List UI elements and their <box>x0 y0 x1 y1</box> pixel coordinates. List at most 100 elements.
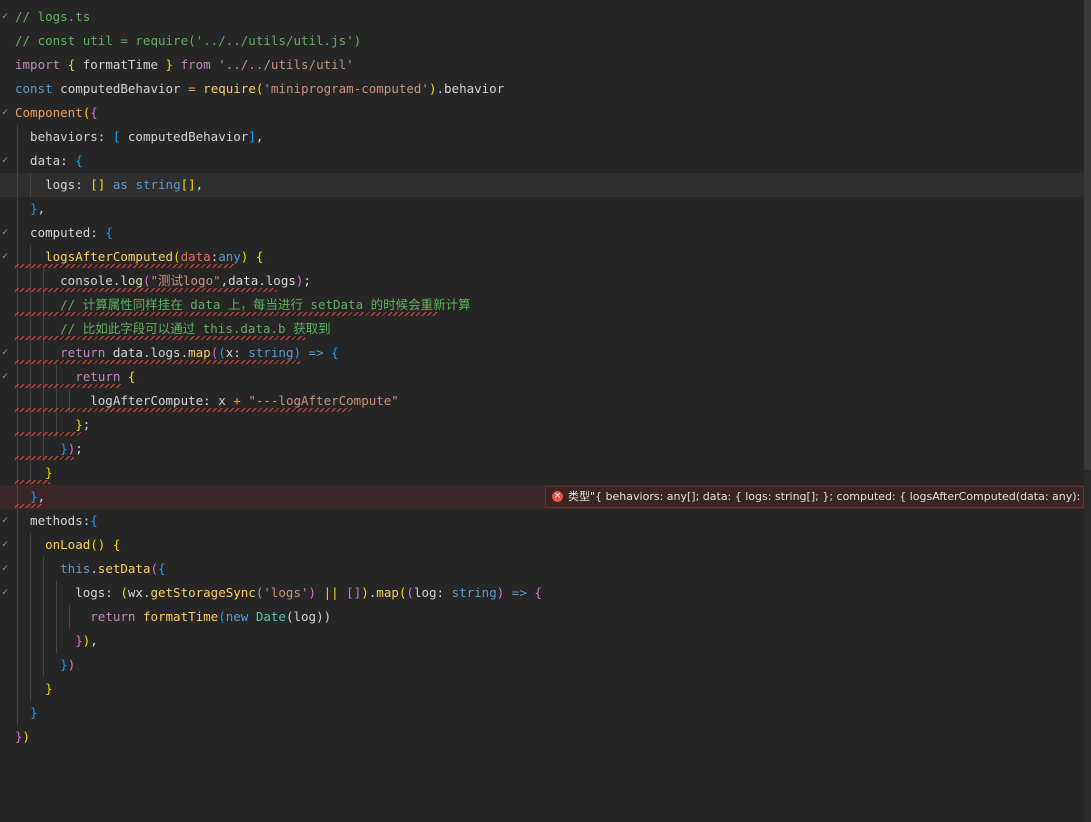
fold-check-icon[interactable]: ✓ <box>0 101 10 125</box>
scrollbar-thumb[interactable] <box>1084 0 1091 470</box>
code-token: ) <box>293 345 302 360</box>
code-token: , <box>37 201 46 216</box>
code-line[interactable]: }); <box>0 437 1084 461</box>
code-token: ( <box>406 585 414 600</box>
code-line[interactable]: ✓ logsAfterComputed(data:any) { <box>0 245 1084 269</box>
code-line[interactable]: const computedBehavior = require('minipr… <box>0 77 1084 101</box>
code-token: logs: <box>15 585 121 600</box>
code-line[interactable]: ✓ return { <box>0 365 1084 389</box>
code-line[interactable]: ✓ data: { <box>0 149 1084 173</box>
code-token: // 比如此字段可以通过 this.data.b 获取到 <box>60 321 331 336</box>
code-line[interactable]: }), <box>0 629 1084 653</box>
code-token: } <box>75 633 83 648</box>
code-line[interactable]: ✓ logs: (wx.getStorageSync('logs') || []… <box>0 581 1084 605</box>
code-line[interactable]: } <box>0 461 1084 485</box>
code-token: wx. <box>127 585 151 600</box>
code-token: data <box>180 249 211 264</box>
code-line[interactable]: } <box>0 677 1084 701</box>
code-token: (log)) <box>285 609 332 624</box>
code-token: x: <box>225 345 249 360</box>
code-line[interactable]: }) <box>0 725 1084 749</box>
code-token: data.logs. <box>105 345 189 360</box>
code-line[interactable]: console.log("测试logo",data.logs); <box>0 269 1084 293</box>
fold-check-icon[interactable]: ✓ <box>0 533 10 557</box>
code-token: log: <box>413 585 452 600</box>
code-editor[interactable]: ✓ // logs.ts // const util = require('../.… <box>0 0 1091 822</box>
code-line[interactable]: // 比如此字段可以通过 this.data.b 获取到 <box>0 317 1084 341</box>
code-token: { <box>105 225 113 240</box>
code-line[interactable]: logs: [] as string[], <box>0 173 1084 197</box>
code-line[interactable]: behaviors: [ computedBehavior], <box>0 125 1084 149</box>
code-token: , <box>37 489 46 504</box>
code-line[interactable]: ✓ computed: { <box>0 221 1084 245</box>
fold-check-icon[interactable]: ✓ <box>0 245 10 269</box>
code-token: ) <box>361 585 369 600</box>
code-line[interactable]: ✓ methods:{ <box>0 509 1084 533</box>
code-line[interactable]: } <box>0 701 1084 725</box>
code-token: = <box>188 81 196 96</box>
code-token: map <box>376 585 399 600</box>
code-token: () <box>90 537 106 552</box>
code-line[interactable]: import { formatTime } from '../../utils/… <box>0 53 1084 77</box>
code-text: methods:{ <box>15 509 98 533</box>
code-line[interactable]: return formatTime(new Date(log)) <box>0 605 1084 629</box>
code-text: }), <box>15 629 98 653</box>
code-line[interactable]: // 计算属性同样挂在 data 上，每当进行 setData 的时候会重新计算 <box>0 293 1084 317</box>
code-token: computed: <box>15 225 106 240</box>
code-token: ( <box>173 249 181 264</box>
code-token: logsAfterComputed <box>45 249 174 264</box>
fold-check-icon[interactable]: ✓ <box>0 341 10 365</box>
code-token: { <box>75 153 83 168</box>
code-token: ) <box>67 657 76 672</box>
code-token: console. <box>15 273 121 288</box>
code-line[interactable]: }, <box>0 197 1084 221</box>
code-text: }) <box>15 653 75 677</box>
vertical-scrollbar[interactable] <box>1084 0 1091 822</box>
code-line[interactable]: }; <box>0 413 1084 437</box>
code-token: , <box>255 129 264 144</box>
code-token: new <box>225 609 249 624</box>
code-line[interactable]: // const util = require('../../utils/uti… <box>0 29 1084 53</box>
fold-check-icon[interactable]: ✓ <box>0 149 10 173</box>
code-text: // const util = require('../../utils/uti… <box>15 29 361 53</box>
code-token: getStorageSync <box>150 585 256 600</box>
fold-check-icon[interactable]: ✓ <box>0 581 10 605</box>
fold-check-icon[interactable]: ✓ <box>0 509 10 533</box>
code-token: || <box>323 585 339 600</box>
code-line[interactable]: }) <box>0 653 1084 677</box>
code-token: ) <box>308 585 317 600</box>
code-text: behaviors: [ computedBehavior], <box>15 125 263 149</box>
code-line[interactable]: ✓ return data.logs.map((x: string) => { <box>0 341 1084 365</box>
error-squiggle <box>15 456 74 460</box>
fold-check-icon[interactable]: ✓ <box>0 221 10 245</box>
code-text: }) <box>15 725 30 749</box>
error-squiggle <box>15 384 122 388</box>
code-token: } <box>30 201 38 216</box>
fold-check-icon[interactable]: ✓ <box>0 557 10 581</box>
code-token: computedBehavior <box>120 129 249 144</box>
code-token: // const util = require('../../utils/uti… <box>15 33 362 48</box>
code-line[interactable]: ✓ Component({ <box>0 101 1084 125</box>
code-line[interactable]: ✓ this.setData({ <box>0 557 1084 581</box>
code-token: } <box>45 681 53 696</box>
code-token: , <box>195 177 204 192</box>
fold-check-icon[interactable]: ✓ <box>0 365 10 389</box>
code-line[interactable]: ✓ // logs.ts <box>0 5 1084 29</box>
fold-check-icon[interactable]: ✓ <box>0 5 10 29</box>
code-token: log <box>120 273 143 288</box>
error-icon: × <box>552 491 563 502</box>
code-token: [] <box>90 177 106 192</box>
code-line[interactable]: logAfterCompute: x + "---logAfterCompute… <box>0 389 1084 413</box>
code-line[interactable]: ✓ onLoad() { <box>0 533 1084 557</box>
